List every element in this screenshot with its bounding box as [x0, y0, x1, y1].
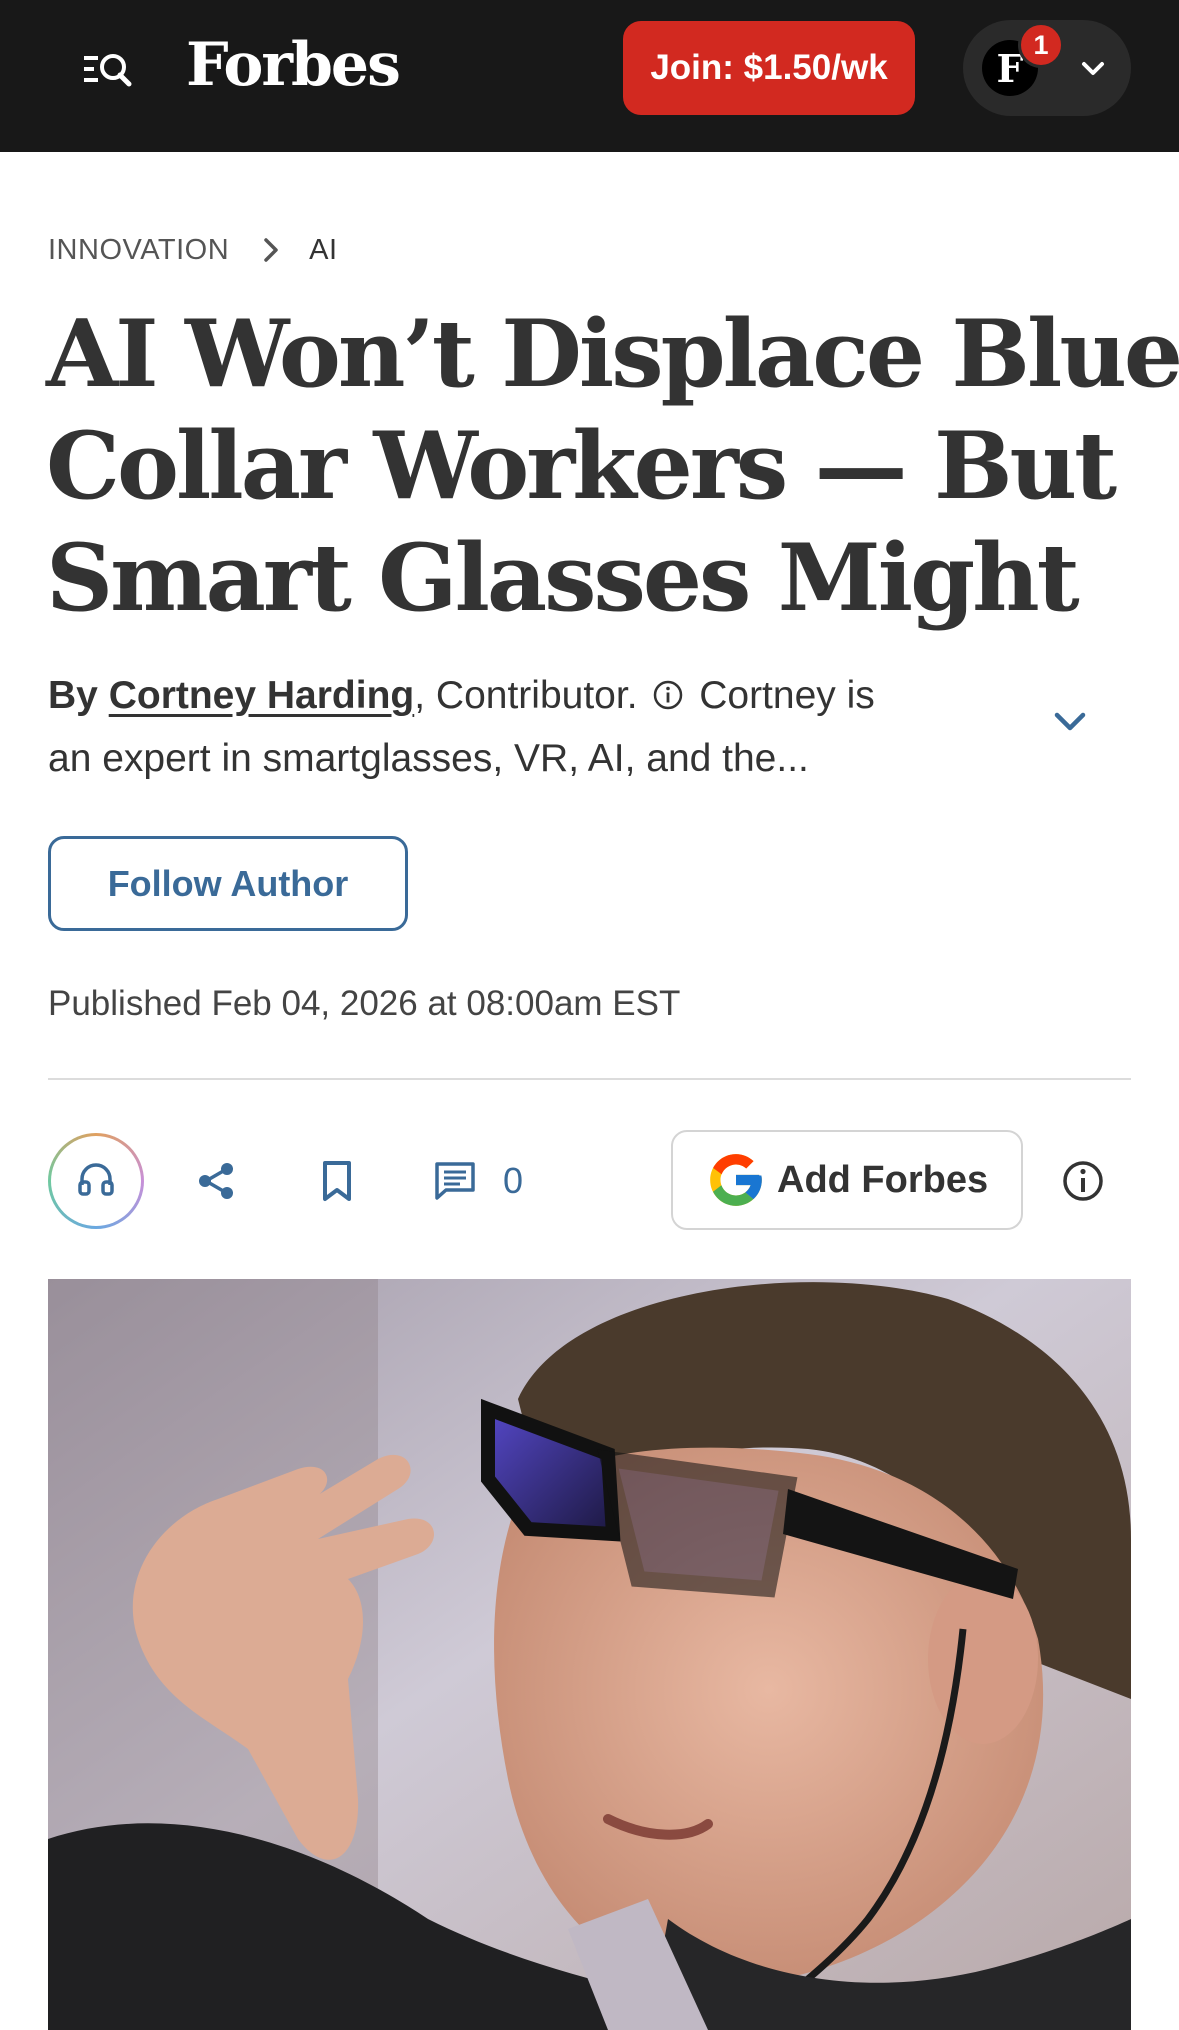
info-icon[interactable]	[1060, 1158, 1106, 1204]
breadcrumb: INNOVATION AI	[48, 230, 338, 270]
chevron-down-icon	[1078, 54, 1108, 84]
info-icon[interactable]	[652, 667, 684, 710]
byline-prefix: By	[48, 674, 98, 717]
divider	[48, 1078, 1131, 1080]
join-subscription-button[interactable]: Join: $1.50/wk	[623, 21, 915, 115]
author-bio: Cortney is	[699, 674, 875, 717]
published-date: Published Feb 04, 2026 at 08:00am EST	[48, 984, 681, 1023]
chevron-right-icon	[255, 234, 287, 266]
headline-line: Collar Workers — But	[46, 411, 1117, 520]
add-forbes-label: Add Forbes	[777, 1158, 989, 1201]
headline-line: Smart Glasses Might	[46, 523, 1080, 632]
forbes-logo[interactable]: Forbes	[186, 28, 401, 102]
notification-badge: 1	[1018, 22, 1064, 68]
author-role: Contributor.	[435, 674, 638, 717]
article-hero-image	[48, 1279, 1131, 2030]
article-headline: AI Won’t Displace Blue Collar Workers — …	[46, 298, 1179, 634]
comment-icon[interactable]	[432, 1158, 478, 1204]
author-link[interactable]: Cortney Harding	[109, 674, 415, 717]
share-icon[interactable]	[193, 1158, 239, 1204]
comment-count[interactable]: 0	[503, 1160, 523, 1202]
author-bio-continued: an expert in smartglasses, VR, AI, and t…	[48, 737, 809, 780]
byline: By Cortney Harding, Contributor. Cortney…	[48, 664, 1008, 790]
headphones-icon	[74, 1157, 118, 1206]
headline-line: AI Won’t Displace Blue	[46, 299, 1179, 408]
byline-comma: ,	[414, 674, 426, 717]
add-forbes-google-button[interactable]: Add Forbes	[671, 1130, 1023, 1230]
breadcrumb-topic-link[interactable]: AI	[309, 234, 337, 267]
listen-audio-button[interactable]	[48, 1133, 144, 1229]
follow-author-button[interactable]: Follow Author	[48, 836, 408, 931]
expand-bio-chevron-icon[interactable]	[1050, 702, 1090, 742]
breadcrumb-section-link[interactable]: INNOVATION	[48, 234, 229, 267]
bookmark-icon[interactable]	[314, 1158, 360, 1204]
menu-search-icon[interactable]	[80, 44, 136, 94]
google-icon	[705, 1149, 767, 1211]
top-nav: Forbes Join: $1.50/wk F 1	[0, 0, 1179, 152]
account-menu-button[interactable]: F 1	[963, 20, 1131, 116]
